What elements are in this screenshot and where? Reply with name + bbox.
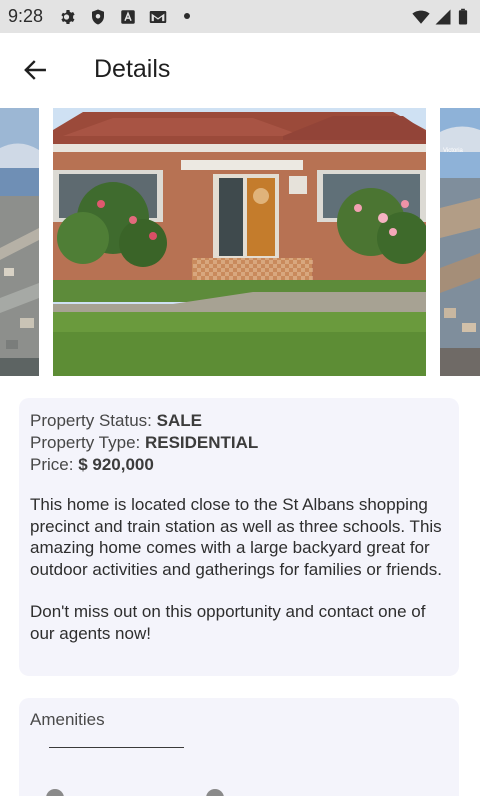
arrow-left-icon bbox=[24, 60, 46, 80]
cell-signal-icon bbox=[435, 9, 451, 25]
property-description: This home is located close to the St Alb… bbox=[30, 495, 442, 579]
property-price-value: $ 920,000 bbox=[78, 455, 154, 474]
property-type: Property Type: RESIDENTIAL bbox=[30, 432, 448, 454]
amenity-list bbox=[46, 789, 346, 796]
amenity-bullet-icon bbox=[46, 789, 64, 796]
property-type-value: RESIDENTIAL bbox=[144, 433, 259, 452]
settings-gear-icon bbox=[61, 10, 75, 24]
app-bar: Details bbox=[0, 33, 480, 108]
property-status-label: Property Status: bbox=[30, 411, 157, 430]
amenities-divider bbox=[49, 747, 184, 748]
property-type-label: Property Type: bbox=[30, 433, 145, 452]
property-status: Property Status: SALE bbox=[30, 410, 448, 432]
a-badge-icon bbox=[121, 10, 135, 24]
gmail-icon bbox=[149, 11, 167, 23]
property-status-value: SALE bbox=[156, 411, 202, 430]
shield-icon bbox=[92, 9, 104, 25]
wifi-icon bbox=[412, 10, 430, 24]
battery-icon bbox=[458, 8, 468, 25]
status-bar: 9:28 bbox=[0, 0, 480, 33]
gallery-photo-previous[interactable] bbox=[0, 108, 39, 376]
back-button[interactable] bbox=[18, 53, 52, 87]
amenities-card: Amenities bbox=[19, 698, 459, 796]
property-price: Price: $ 920,000 bbox=[30, 454, 448, 476]
page-title: Details bbox=[94, 55, 171, 83]
amenity-item bbox=[206, 789, 224, 796]
photo-caption: Victoria bbox=[443, 148, 464, 154]
property-details-card: Property Status: SALE Property Type: RES… bbox=[19, 398, 459, 676]
status-time: 9:28 bbox=[8, 6, 44, 26]
dot-icon bbox=[184, 13, 190, 19]
gallery-photo-next[interactable]: Victoria bbox=[440, 108, 480, 376]
photo-carousel[interactable]: Victoria bbox=[0, 108, 480, 376]
amenity-bullet-icon bbox=[206, 789, 224, 796]
amenity-item bbox=[46, 789, 64, 796]
property-price-label: Price: bbox=[30, 455, 79, 474]
contact-callout: Don't miss out on this opportunity and c… bbox=[30, 602, 426, 643]
amenities-title: Amenities bbox=[30, 710, 105, 729]
gallery-photo-house[interactable] bbox=[53, 108, 426, 376]
